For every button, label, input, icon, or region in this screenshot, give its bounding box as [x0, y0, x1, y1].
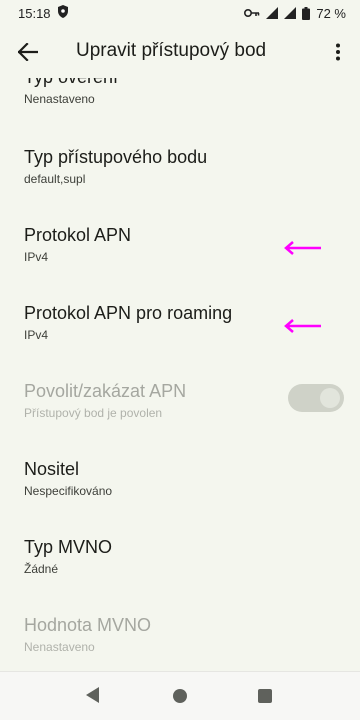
pref-summary: Nespecifikováno: [24, 484, 113, 498]
pref-bearer[interactable]: Nositel Nespecifikováno: [24, 458, 360, 499]
nav-home-icon[interactable]: [173, 689, 187, 703]
pref-mvno-type[interactable]: Typ MVNO Žádné: [24, 536, 360, 577]
status-time: 15:18: [18, 5, 51, 21]
nav-back-icon[interactable]: [86, 687, 100, 703]
status-bar: 15:18 72 %: [0, 0, 360, 26]
battery-level: 72 %: [316, 5, 346, 21]
annotation-arrow-icon: [284, 241, 321, 255]
pref-auth-type[interactable]: Typ ověření Nenastaveno: [24, 78, 360, 107]
pref-summary: Nenastaveno: [24, 92, 95, 106]
nav-recents-icon[interactable]: [258, 689, 272, 703]
pref-summary: default,supl: [24, 172, 86, 186]
battery-icon: [302, 6, 311, 20]
apn-enable-switch: [288, 384, 344, 412]
signal-icon: [284, 7, 297, 19]
app-bar: Upravit přístupový bod: [0, 26, 360, 78]
navigation-bar: [0, 671, 360, 720]
shield-icon: [57, 5, 69, 21]
pref-summary: Žádné: [24, 562, 59, 576]
pref-title: Typ ověření: [24, 78, 360, 88]
pref-apn-type[interactable]: Typ přístupového bodu default,supl: [24, 146, 360, 187]
status-left: 15:18: [18, 5, 69, 21]
annotation-arrow-icon: [284, 319, 321, 333]
page-title: Upravit přístupový bod: [76, 40, 267, 61]
pref-title: Typ přístupového bodu: [24, 147, 208, 167]
vpn-key-icon: [244, 8, 260, 18]
preference-list: Typ ověření Nenastaveno Typ přístupového…: [0, 78, 360, 672]
pref-title: Typ MVNO: [24, 537, 113, 557]
signal-icon: [266, 7, 279, 19]
pref-title: Nositel: [24, 459, 80, 479]
more-vert-icon[interactable]: [326, 38, 350, 66]
arrow-back-icon[interactable]: [14, 38, 42, 66]
pref-title: Hodnota MVNO: [24, 615, 152, 635]
pref-mvno-value: Hodnota MVNO Nenastaveno: [24, 614, 360, 655]
pref-summary: Nenastaveno: [24, 640, 95, 654]
switch-knob: [320, 388, 340, 408]
status-right: 72 %: [244, 6, 346, 21]
